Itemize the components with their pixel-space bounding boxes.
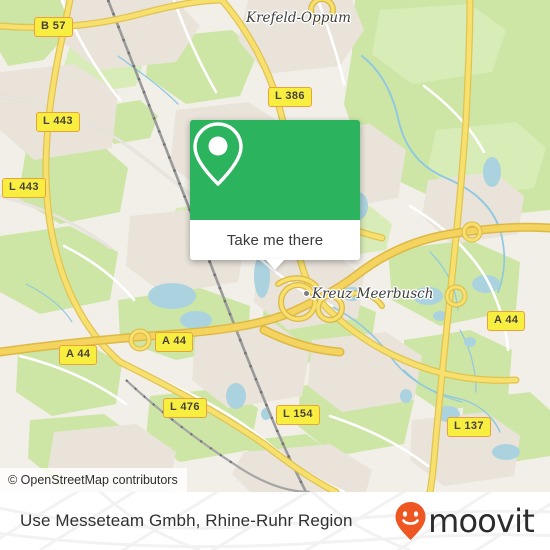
moovit-map-screenshot: B 57 L 443 L 443 L 386 A 44 A 44 L 476 L 154 A 4… [0,0,550,550]
popup-tail [265,259,285,270]
moovit-logo[interactable]: moovit [394,501,535,541]
popup-header [190,120,360,220]
road-shield: L 154 [276,405,320,425]
road-shield: L 443 [36,112,80,132]
moovit-wordmark: moovit [428,502,535,540]
place-label: Krefeld-Oppum [246,10,351,26]
road-shield: L 443 [2,178,46,198]
page-title: Use Messeteam Gmbh, Rhine-Ruhr Region [20,511,353,530]
road-shield: A 44 [487,311,526,331]
take-me-there-button[interactable]: Take me there [227,232,323,249]
road-shield: B 57 [34,17,73,37]
moovit-smiley-pin-icon [395,502,426,540]
road-shield: L 476 [163,398,207,418]
road-shield: A 44 [59,345,98,365]
location-pin-icon [193,122,243,186]
footer-bar: Use Messeteam Gmbh, Rhine-Ruhr Region mo… [0,492,550,550]
road-shield: L 137 [447,417,491,437]
popup-footer[interactable]: Take me there [190,220,360,270]
osm-attribution[interactable]: © OpenStreetMap contributors [0,468,187,492]
map-canvas[interactable]: B 57 L 443 L 443 L 386 A 44 A 44 L 476 L 154 A 4… [0,0,550,492]
road-shield: A 44 [155,332,194,352]
place-marker-dot [303,290,310,297]
road-shield: L 386 [268,87,312,107]
place-label: Kreuz Meerbusch [312,286,434,302]
destination-popup-card[interactable]: Take me there [190,120,360,270]
